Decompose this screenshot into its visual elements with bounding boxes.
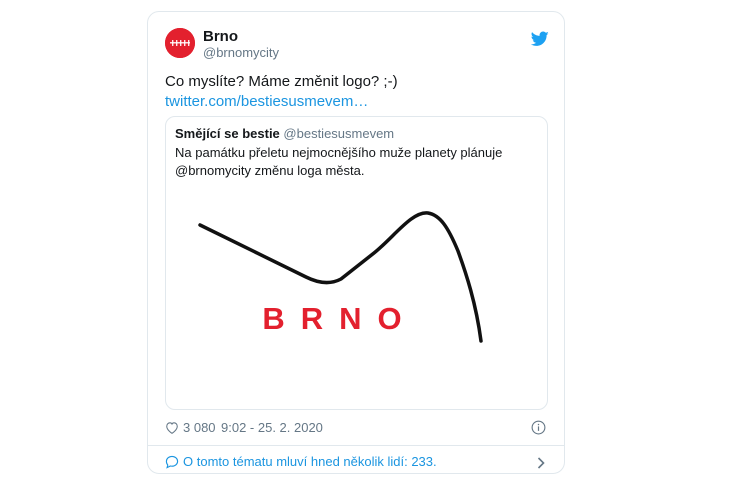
conversation-link[interactable]: O tomto tématu mluví hned několik lidí: …: [165, 454, 549, 472]
quoted-tweet[interactable]: Smějící se bestie @bestiesusmevem Na pam…: [165, 116, 548, 410]
quoted-text-line-2: @brnomycity změnu loga města.: [175, 163, 365, 178]
avatar[interactable]: [165, 28, 195, 58]
logo-text: BRNO: [262, 301, 417, 336]
like-count[interactable]: 3 080: [183, 420, 216, 435]
quoted-tweet-header: Smějící se bestie @bestiesusmevem: [175, 126, 394, 141]
tweet-body: Co myslíte? Máme změnit logo? ;-) twitte…: [165, 72, 545, 112]
author-name[interactable]: Brno: [203, 28, 238, 45]
quoted-author-handle: @bestiesusmevem: [283, 126, 395, 141]
tweet-timestamp[interactable]: 9:02 - 25. 2. 2020: [221, 420, 323, 435]
quoted-image[interactable]: BRNO: [166, 193, 547, 409]
brno-logo-icon: [165, 28, 195, 58]
twitter-bird-icon[interactable]: [531, 31, 549, 47]
author-handle[interactable]: @brnomycity: [203, 45, 279, 60]
heart-icon[interactable]: [165, 421, 179, 434]
divider: [148, 445, 564, 446]
quoted-text-line-1: Na památku přeletu nejmocnějšího muže pl…: [175, 145, 503, 160]
info-icon[interactable]: [531, 420, 546, 435]
quoted-author-name: Smějící se bestie: [175, 126, 280, 141]
tweet-card: Brno @brnomycity Co myslíte? Máme změnit…: [147, 11, 565, 474]
quoted-tweet-text: Na památku přeletu nejmocnějšího muže pl…: [175, 144, 535, 180]
conversation-text[interactable]: O tomto tématu mluví hned několik lidí: …: [183, 454, 437, 469]
speech-bubble-icon: [165, 455, 179, 469]
tweet-link[interactable]: twitter.com/bestiesusmevem…: [165, 92, 545, 112]
tweet-text: Co myslíte? Máme změnit logo? ;-): [165, 73, 398, 90]
tweet-meta: 3 080 9:02 - 25. 2. 2020: [165, 420, 549, 436]
chevron-right-icon[interactable]: [537, 457, 545, 469]
